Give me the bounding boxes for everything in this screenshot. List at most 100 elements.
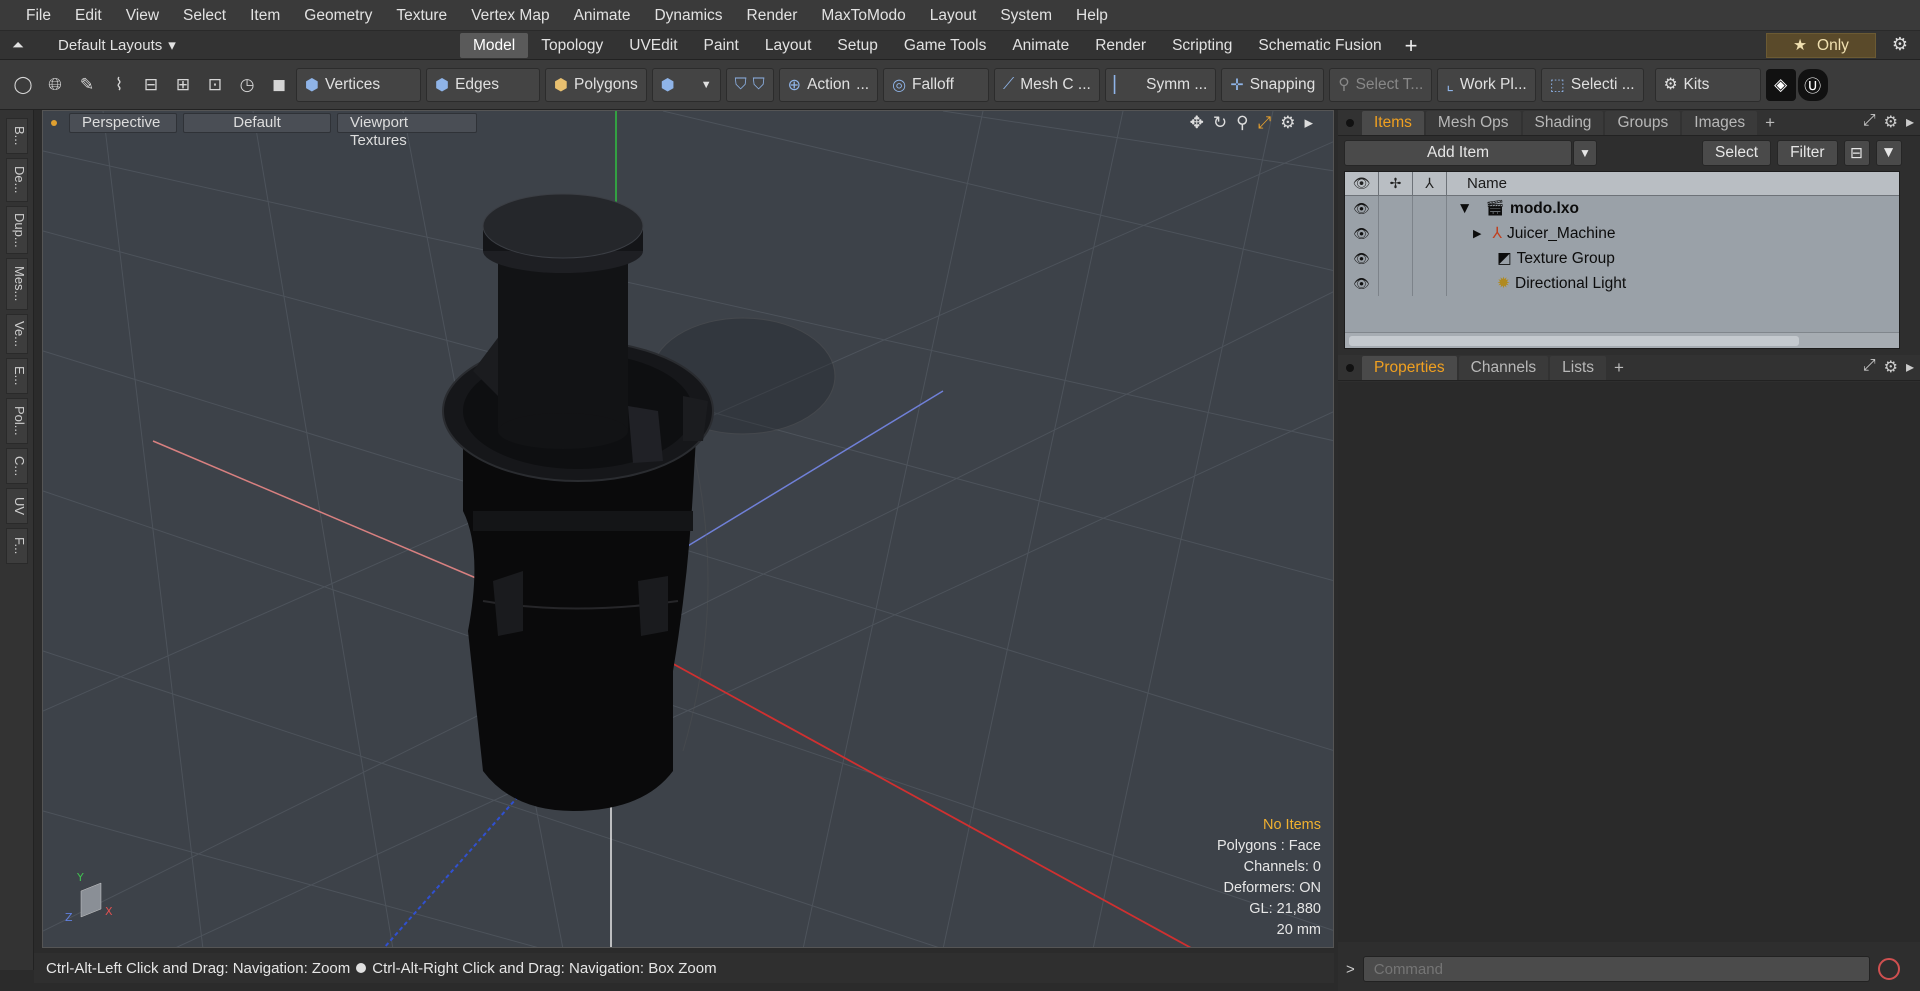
item-list-tree[interactable]: 👁︎ ✢ ⅄ Name 👁︎ ▼ 🎬︎ modo.lxo 👁︎ ▶ ⅄ Juic… bbox=[1344, 171, 1900, 349]
menu-animate[interactable]: Animate bbox=[562, 0, 643, 31]
menu-layout[interactable]: Layout bbox=[918, 0, 989, 31]
left-tab-fusion[interactable]: F... bbox=[6, 528, 28, 564]
tab-scripting[interactable]: Scripting bbox=[1159, 33, 1245, 58]
symmetry-button[interactable]: ▏ Symm ... bbox=[1104, 67, 1217, 102]
menu-render[interactable]: Render bbox=[735, 0, 810, 31]
material-mode-button[interactable]: ⬢ ▼ bbox=[651, 67, 721, 102]
menu-maxtomodo[interactable]: MaxToModo bbox=[809, 0, 917, 31]
menu-file[interactable]: File bbox=[14, 0, 63, 31]
tab-shading[interactable]: Shading bbox=[1522, 110, 1604, 135]
edges-button[interactable]: ⬢ Edges bbox=[426, 67, 541, 102]
left-tab-vertex[interactable]: Ve... bbox=[6, 314, 28, 354]
move-view-icon[interactable]: ✥ bbox=[1190, 113, 1204, 133]
panel-gear-icon[interactable]: ⚙ bbox=[1884, 112, 1898, 132]
symmetry-shields-button[interactable]: ⛉ ⛉ bbox=[725, 67, 774, 102]
menu-vertex-map[interactable]: Vertex Map bbox=[459, 0, 561, 31]
tab-uvedit[interactable]: UVEdit bbox=[616, 33, 690, 58]
zoom-view-icon[interactable]: ⚲ bbox=[1236, 113, 1248, 133]
properties-maximize-icon[interactable]: ⤢ bbox=[1863, 357, 1876, 377]
menu-view[interactable]: View bbox=[114, 0, 171, 31]
properties-menu-dot-icon[interactable] bbox=[1346, 363, 1354, 372]
item-row-directional-light[interactable]: 👁︎ ✹ Directional Light bbox=[1345, 271, 1899, 296]
globe-icon[interactable]: 🌐︎ bbox=[40, 69, 70, 101]
left-tab-deform[interactable]: De... bbox=[6, 158, 28, 202]
element-icon[interactable]: ◷ bbox=[232, 69, 262, 101]
tab-properties[interactable]: Properties bbox=[1362, 355, 1457, 380]
layout-gear-icon[interactable]: ⚙ bbox=[1892, 34, 1908, 55]
command-input[interactable] bbox=[1362, 956, 1870, 982]
locator-column-icon[interactable]: ⅄ bbox=[1413, 171, 1447, 196]
scrollbar-thumb[interactable] bbox=[1349, 336, 1799, 346]
juicer-machine-model[interactable] bbox=[442, 193, 714, 811]
item-row-juicer[interactable]: 👁︎ ▶ ⅄ Juicer_Machine bbox=[1345, 221, 1899, 246]
viewport-textures-button[interactable]: Viewport Textures bbox=[337, 113, 477, 149]
left-tab-mesh-edit[interactable]: Mes... bbox=[6, 258, 28, 310]
selection-sets-button[interactable]: ⬚ Selecti ... bbox=[1540, 67, 1644, 102]
tab-game-tools[interactable]: Game Tools bbox=[891, 33, 999, 58]
tab-items[interactable]: Items bbox=[1362, 110, 1424, 135]
collapse-list-icon[interactable]: ⊟ bbox=[1843, 140, 1870, 166]
expand-triangle-icon[interactable]: ▶ bbox=[1473, 227, 1481, 240]
tab-model[interactable]: Model bbox=[460, 32, 529, 58]
viewport-scene[interactable] bbox=[43, 111, 1334, 948]
name-column-header[interactable]: Name bbox=[1447, 175, 1507, 192]
panel-menu-dot-icon[interactable] bbox=[1346, 118, 1354, 127]
item-row-texture-group[interactable]: 👁︎ ◩ Texture Group bbox=[1345, 246, 1899, 271]
properties-gear-icon[interactable]: ⚙ bbox=[1884, 357, 1898, 377]
menu-texture[interactable]: Texture bbox=[384, 0, 459, 31]
perspective-button[interactable]: Perspective bbox=[69, 113, 177, 133]
panel-arrow-icon[interactable]: ▸ bbox=[1906, 112, 1914, 132]
viewport-gear-icon[interactable]: ⚙ bbox=[1280, 113, 1295, 133]
lock-column-icon[interactable]: ✢ bbox=[1379, 171, 1413, 196]
shading-default-button[interactable]: Default bbox=[183, 113, 331, 133]
loop-icon[interactable]: ⊡ bbox=[200, 69, 230, 101]
tab-animate[interactable]: Animate bbox=[999, 33, 1082, 58]
add-tab-icon[interactable]: + bbox=[1395, 33, 1428, 58]
menu-help[interactable]: Help bbox=[1064, 0, 1120, 31]
menu-select[interactable]: Select bbox=[171, 0, 238, 31]
visibility-eye-icon[interactable]: 👁︎ bbox=[1345, 196, 1379, 221]
visibility-eye-icon[interactable]: 👁︎ bbox=[1345, 221, 1379, 246]
left-tab-uv[interactable]: UV bbox=[6, 488, 28, 524]
properties-arrow-icon[interactable]: ▸ bbox=[1906, 357, 1914, 377]
left-tab-curve[interactable]: C... bbox=[6, 448, 28, 484]
menu-item[interactable]: Item bbox=[238, 0, 292, 31]
tab-images[interactable]: Images bbox=[1682, 110, 1758, 135]
tab-lists[interactable]: Lists bbox=[1550, 355, 1607, 380]
brush-icon[interactable]: ⌇ bbox=[104, 69, 134, 101]
add-properties-tab-icon[interactable]: + bbox=[1608, 358, 1630, 378]
viewport-menu-dot-icon[interactable] bbox=[51, 120, 57, 126]
mesh-constraint-button[interactable]: ⟋ Mesh C ... bbox=[993, 67, 1100, 102]
chevron-down-icon[interactable]: ▼ bbox=[701, 79, 712, 91]
menu-edit[interactable]: Edit bbox=[63, 0, 114, 31]
maximize-view-icon[interactable]: ⤢ bbox=[1258, 113, 1272, 133]
unity-icon[interactable]: ◈ bbox=[1765, 68, 1796, 101]
tab-setup[interactable]: Setup bbox=[824, 33, 891, 58]
falloff-button[interactable]: ◎ Falloff bbox=[883, 67, 989, 102]
filter-button[interactable]: Filter bbox=[1777, 140, 1838, 166]
3d-viewport[interactable]: Perspective Default Viewport Textures ✥ … bbox=[42, 110, 1334, 948]
pen-icon[interactable]: ✎ bbox=[72, 69, 102, 101]
record-macro-icon[interactable] bbox=[1877, 958, 1900, 980]
item-list-horizontal-scrollbar[interactable] bbox=[1345, 332, 1899, 348]
unreal-icon[interactable]: Ⓤ bbox=[1797, 68, 1828, 101]
kits-button[interactable]: ⚙ Kits bbox=[1654, 67, 1761, 102]
left-tab-polygon[interactable]: Pol... bbox=[6, 398, 28, 444]
collapse-arrow-icon[interactable]: ⏶ bbox=[12, 37, 24, 54]
item-mode-icon[interactable]: ◼ bbox=[264, 69, 294, 101]
add-item-button[interactable]: Add Item ▼ bbox=[1344, 140, 1597, 166]
menu-dynamics[interactable]: Dynamics bbox=[642, 0, 734, 31]
tab-channels[interactable]: Channels bbox=[1458, 355, 1549, 380]
expand-triangle-icon[interactable]: ▼ bbox=[1457, 200, 1472, 218]
select-button[interactable]: Select bbox=[1702, 140, 1772, 166]
rotate-view-icon[interactable]: ↻ bbox=[1213, 113, 1227, 133]
menu-geometry[interactable]: Geometry bbox=[292, 0, 384, 31]
tab-schematic-fusion[interactable]: Schematic Fusion bbox=[1245, 33, 1394, 58]
visibility-column-eye-icon[interactable]: 👁︎ bbox=[1345, 171, 1379, 196]
grid-icon[interactable]: ⊞ bbox=[168, 69, 198, 101]
bridge-icon[interactable]: ⊟ bbox=[136, 69, 166, 101]
tab-layout[interactable]: Layout bbox=[752, 33, 825, 58]
funnel-filter-icon[interactable]: ▼ bbox=[1875, 140, 1902, 166]
menu-system[interactable]: System bbox=[988, 0, 1064, 31]
panel-maximize-icon[interactable]: ⤢ bbox=[1863, 112, 1876, 132]
